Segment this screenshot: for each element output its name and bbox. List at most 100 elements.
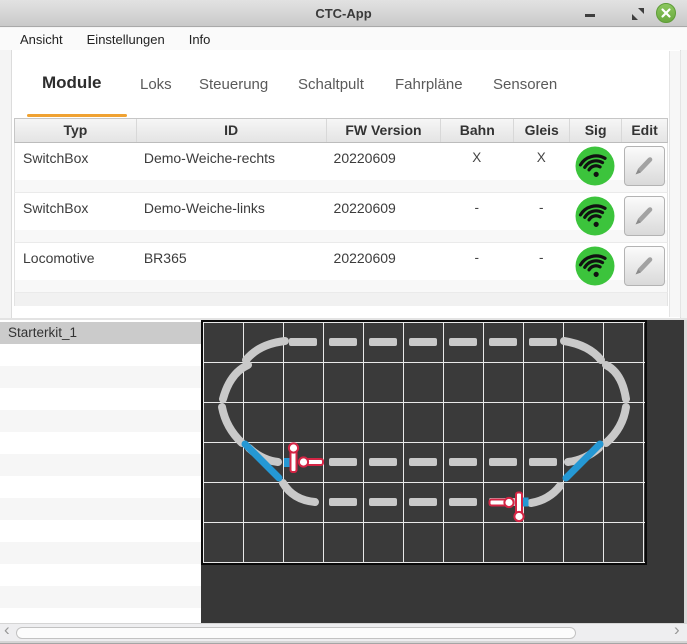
- tab-sensoren[interactable]: Sensoren: [493, 76, 557, 93]
- track-dash: [409, 338, 437, 346]
- restore-button[interactable]: [631, 7, 645, 21]
- menu-item-info[interactable]: Info: [189, 32, 211, 47]
- column-header-bahn[interactable]: Bahn: [440, 119, 513, 142]
- track-dash: [449, 338, 477, 346]
- track-dash: [489, 338, 517, 346]
- menu-item-ansicht[interactable]: Ansicht: [20, 32, 63, 47]
- track-dash: [369, 498, 397, 506]
- track-curve: [283, 483, 315, 502]
- cell-bahn: X: [440, 143, 513, 192]
- cell-edit: [621, 143, 667, 192]
- column-header-typ[interactable]: Typ: [15, 119, 136, 142]
- pencil-icon: [631, 253, 657, 279]
- scroll-right-arrow[interactable]: ›: [674, 621, 680, 639]
- cell-gleis: -: [513, 193, 569, 242]
- cell-sig: [569, 143, 621, 192]
- track-dash: [329, 458, 357, 466]
- pencil-icon: [631, 203, 657, 229]
- titlebar[interactable]: CTC-App: [0, 0, 687, 27]
- app-window: CTC-App Ansicht Einstellungen Info Module L…: [0, 0, 687, 644]
- cell-bahn: -: [440, 243, 513, 292]
- track-dash: [369, 338, 397, 346]
- cell-bahn: -: [440, 193, 513, 242]
- table-header: TypIDFW VersionBahnGleisSigEdit: [14, 118, 668, 143]
- track-dash: [449, 498, 477, 506]
- cell-edit: [621, 243, 667, 292]
- cell-gleis: X: [513, 143, 569, 192]
- tab-schaltpult[interactable]: Schaltpult: [298, 76, 364, 93]
- scrollbar-thumb[interactable]: [16, 627, 576, 639]
- track-curve: [222, 407, 242, 443]
- horizontal-scrollbar[interactable]: ‹ ›: [0, 623, 687, 641]
- track-dash: [529, 338, 557, 346]
- track-canvas-area: [201, 320, 684, 623]
- cell-id: Demo-Weiche-links: [136, 193, 326, 242]
- edit-button[interactable]: [624, 196, 665, 236]
- menu-item-einstellungen[interactable]: Einstellungen: [87, 32, 165, 47]
- track-canvas[interactable]: [201, 320, 647, 565]
- tab-module[interactable]: Module: [42, 73, 102, 93]
- layout-list-item-starterkit[interactable]: Starterkit_1: [0, 322, 202, 344]
- track-dash: [409, 498, 437, 506]
- minimize-button[interactable]: [583, 5, 597, 21]
- signal-icon[interactable]: [284, 443, 323, 472]
- tab-fahrpl-ne[interactable]: Fahrpläne: [395, 76, 463, 93]
- column-header-gleis[interactable]: Gleis: [513, 119, 569, 142]
- track-dash: [529, 458, 557, 466]
- layout-list-stripes: [0, 344, 202, 623]
- cell-edit: [621, 193, 667, 242]
- table-vertical-scrollbar[interactable]: [669, 51, 681, 317]
- cell-sig: [569, 243, 621, 292]
- track-curve: [246, 341, 285, 360]
- table-row-empty: [14, 293, 668, 306]
- module-table: TypIDFW VersionBahnGleisSigEdit SwitchBo…: [14, 118, 668, 306]
- close-button[interactable]: [656, 3, 676, 23]
- active-tab-indicator: [27, 114, 127, 117]
- cell-fw-version: 20220609: [326, 243, 441, 292]
- table-row[interactable]: SwitchBoxDemo-Weiche-rechts20220609XX: [14, 143, 668, 193]
- menubar: Ansicht Einstellungen Info: [0, 28, 687, 50]
- cell-typ: SwitchBox: [15, 193, 136, 242]
- cell-typ: Locomotive: [15, 243, 136, 292]
- minimize-icon: [585, 14, 595, 17]
- track-dash: [369, 458, 397, 466]
- layout-list[interactable]: Starterkit_1: [0, 320, 202, 623]
- restore-icon: [631, 7, 645, 21]
- column-header-sig[interactable]: Sig: [569, 119, 621, 142]
- track-curve: [564, 341, 601, 360]
- track-curve: [531, 486, 560, 503]
- cell-gleis: -: [513, 243, 569, 292]
- track-dash: [409, 458, 437, 466]
- track-curve: [606, 407, 626, 443]
- table-body: SwitchBoxDemo-Weiche-rechts20220609XX Sw…: [14, 143, 668, 293]
- column-header-edit[interactable]: Edit: [621, 119, 667, 142]
- track-curve: [223, 365, 248, 399]
- cell-id: Demo-Weiche-rechts: [136, 143, 326, 192]
- wifi-connected-icon: [575, 196, 615, 236]
- wifi-connected-icon: [575, 146, 615, 186]
- tab-loks[interactable]: Loks: [140, 76, 172, 93]
- table-row[interactable]: SwitchBoxDemo-Weiche-links20220609--: [14, 193, 668, 243]
- close-icon: [657, 4, 675, 22]
- track-dash: [489, 458, 517, 466]
- signal-icon[interactable]: [490, 493, 529, 522]
- track-dash: [289, 338, 317, 346]
- scroll-left-arrow[interactable]: ‹: [4, 621, 10, 639]
- track-dash: [449, 458, 477, 466]
- cell-fw-version: 20220609: [326, 143, 441, 192]
- track-segments: [222, 338, 626, 521]
- tab-steuerung[interactable]: Steuerung: [199, 76, 268, 93]
- column-header-id[interactable]: ID: [136, 119, 326, 142]
- track-dash: [329, 338, 357, 346]
- column-header-fw-version[interactable]: FW Version: [326, 119, 441, 142]
- table-row[interactable]: LocomotiveBR36520220609--: [14, 243, 668, 293]
- cell-id: BR365: [136, 243, 326, 292]
- cell-typ: SwitchBox: [15, 143, 136, 192]
- track-curve: [606, 365, 626, 399]
- edit-button[interactable]: [624, 246, 665, 286]
- cell-fw-version: 20220609: [326, 193, 441, 242]
- pencil-icon: [631, 153, 657, 179]
- cell-sig: [569, 193, 621, 242]
- edit-button[interactable]: [624, 146, 665, 186]
- wifi-connected-icon: [575, 246, 615, 286]
